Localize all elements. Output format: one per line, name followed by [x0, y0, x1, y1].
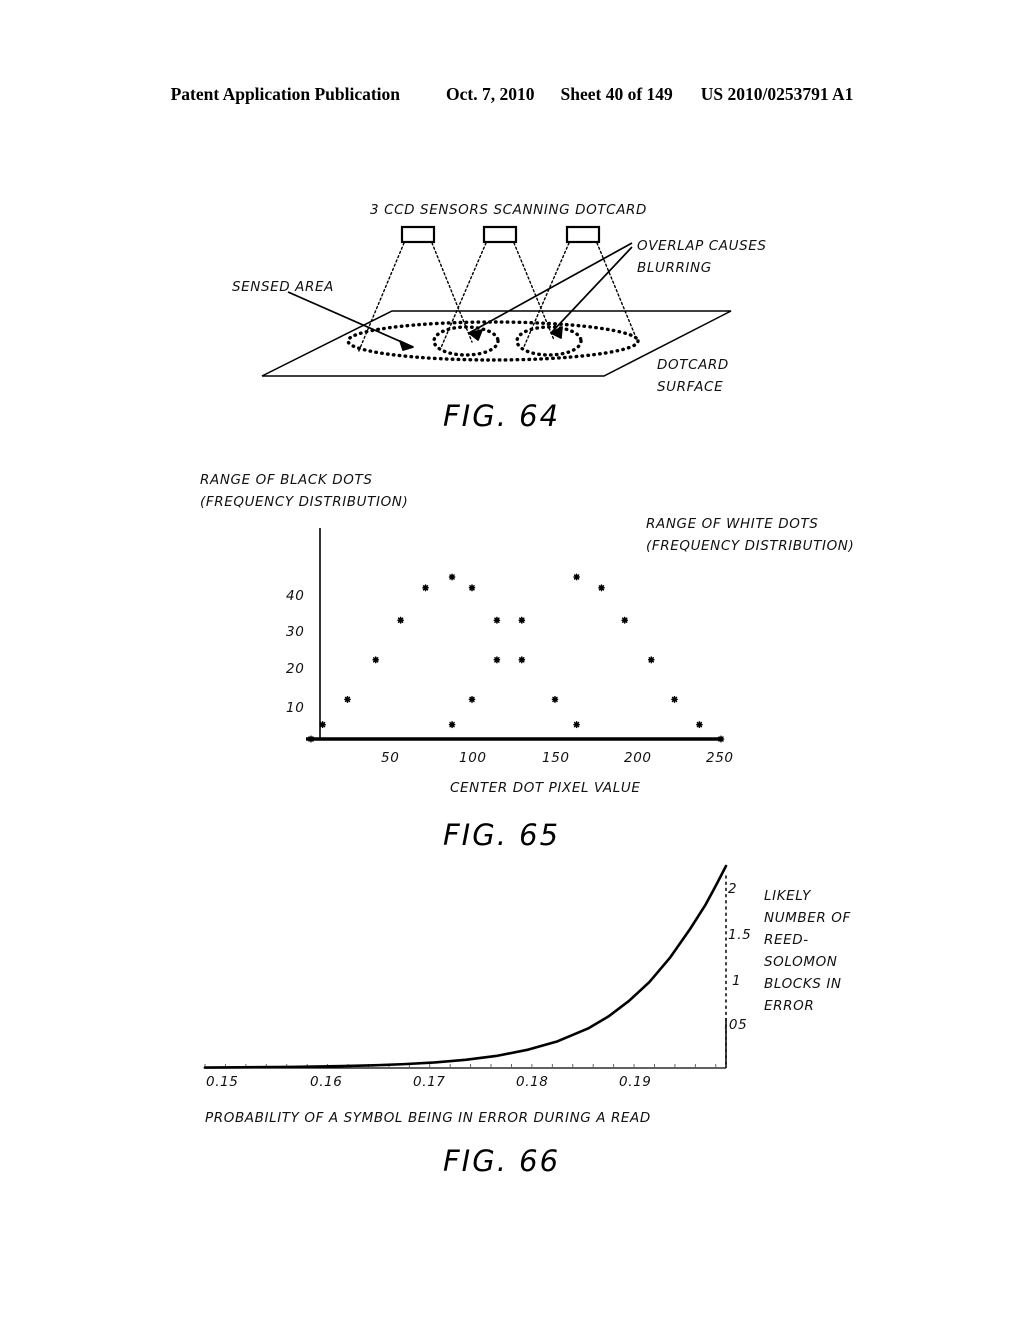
fig66-xaxis-label: PROBABILITY OF A SYMBOL BEING IN ERROR D…	[205, 1110, 651, 1126]
fig66-ytick-p05: .05	[724, 1017, 748, 1033]
fig66-xtick-0p17: 0.17	[413, 1074, 446, 1090]
fig66-ylabel-line6: ERROR	[764, 998, 815, 1014]
fig66-ylabel-line3: REED-	[764, 932, 809, 948]
fig66-data-curve	[203, 864, 728, 1069]
fig66-xtick-0p19: 0.19	[619, 1074, 652, 1090]
fig66-ytick-2: 2	[728, 881, 738, 897]
fig66-ytick-1: 1	[732, 973, 742, 989]
patent-sheet-page: Patent Application Publication Oct. 7, 2…	[0, 0, 1024, 1320]
fig66-xtick-0p16: 0.16	[310, 1074, 343, 1090]
fig66-ylabel-line4: SOLOMON	[764, 954, 838, 970]
fig66-ylabel-line1: LIKELY	[764, 888, 811, 904]
fig66-ylabel-line5: BLOCKS IN	[764, 976, 842, 992]
fig66-curve-path	[203, 864, 728, 1069]
fig66-caption: FIG. 66	[443, 1144, 561, 1178]
fig66-xtick-0p18: 0.18	[516, 1074, 549, 1090]
fig66-ylabel-line2: NUMBER OF	[764, 910, 851, 926]
fig66-xtick-0p15: 0.15	[206, 1074, 239, 1090]
fig66-ytick-1p5: 1.5	[728, 927, 752, 943]
